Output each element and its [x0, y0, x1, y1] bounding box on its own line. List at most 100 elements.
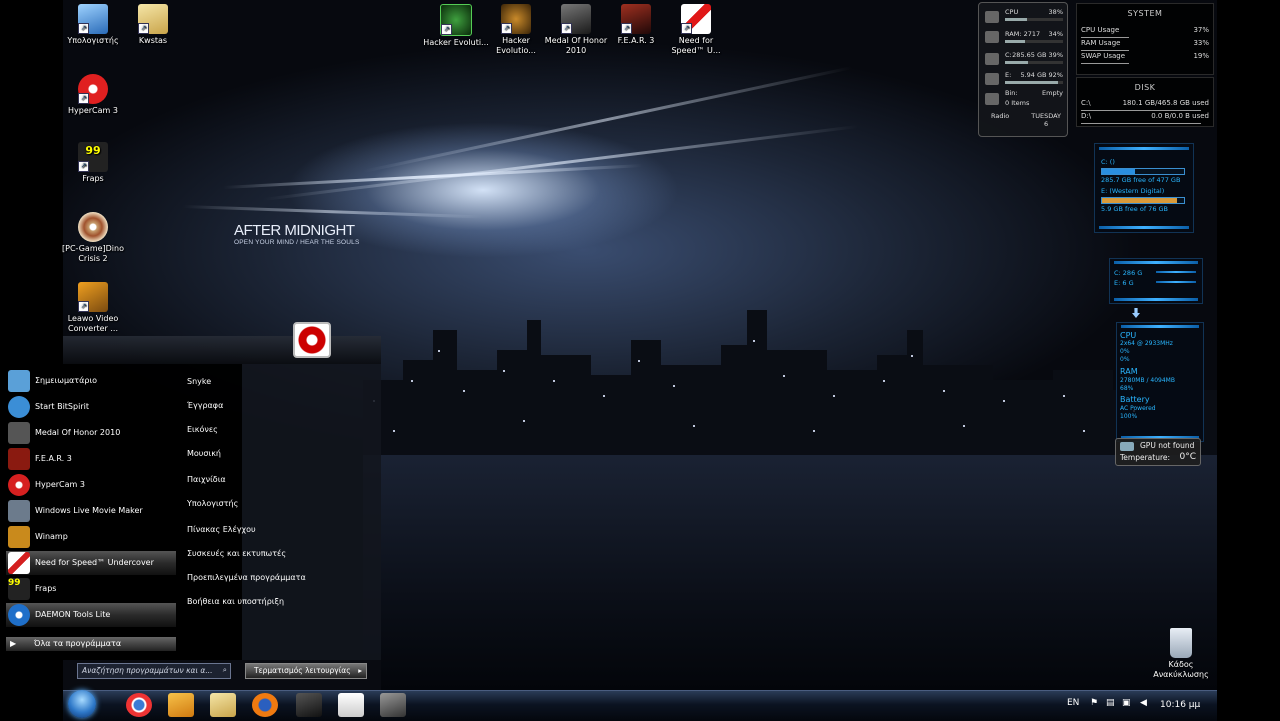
gpu-icon — [1120, 442, 1134, 451]
desktop-icon-leawo[interactable]: ↗ Leawo Video Converter ... — [58, 282, 128, 334]
start-program-item[interactable]: F.E.A.R. 3 — [6, 447, 176, 471]
desktop-icon-hypercam[interactable]: ↗ HyperCam 3 — [58, 74, 128, 116]
start-place-item[interactable]: Πίνακας Ελέγχου — [187, 525, 317, 545]
chrome-icon[interactable] — [126, 693, 152, 717]
bitspirit-icon — [8, 396, 30, 418]
user-picture[interactable] — [293, 322, 331, 358]
notepad-icon[interactable] — [338, 693, 364, 717]
drive-e-label: E: — [1005, 71, 1012, 79]
wallpaper-title: AFTER MIDNIGHT — [234, 222, 355, 239]
converter-icon: ↗ — [78, 282, 108, 312]
start-place-item[interactable]: Έγγραφα — [187, 401, 317, 421]
start-program-item[interactable]: Windows Live Movie Maker — [6, 499, 176, 523]
desktop-icon-label: Need for Speed™ U... — [671, 36, 721, 55]
disk-row-label: C:\ — [1081, 99, 1091, 107]
hw-ram-spec: 2780MB / 4094MB — [1120, 377, 1175, 384]
language-indicator[interactable]: EN — [1067, 698, 1079, 708]
movie-maker-icon — [8, 500, 30, 522]
desktop-icon-fraps[interactable]: 99 ↗ Fraps — [58, 142, 128, 184]
winamp-icon — [8, 526, 30, 548]
start-program-item[interactable]: Start BitSpirit — [6, 395, 176, 419]
desktop-icon-nfs[interactable]: ↗ Need for Speed™ U... — [661, 4, 731, 56]
disk-row-value: 180.1 GB/465.8 GB used — [1122, 99, 1209, 107]
system-usage-panel: SYSTEM CPU Usage 37% RAM Usage 33% SWAP … — [1076, 3, 1214, 75]
start-program-item[interactable]: Σημειωματάριο — [6, 369, 176, 393]
light-beam — [262, 124, 859, 201]
program-label: Σημειωματάριο — [35, 376, 98, 385]
media-player-icon[interactable] — [168, 693, 194, 717]
start-program-item[interactable]: Medal Of Honor 2010 — [6, 421, 176, 445]
drive-c-fill — [1102, 169, 1135, 174]
desktop-icon-label: F.E.A.R. 3 — [617, 36, 655, 45]
game-icon[interactable] — [380, 693, 406, 717]
program-label: DAEMON Tools Lite — [35, 610, 111, 619]
hw-cpu-title: CPU — [1120, 331, 1137, 340]
start-place-item[interactable]: Μουσική — [187, 449, 317, 469]
nfs-icon: ↗ — [681, 4, 711, 34]
hw-battery-title: Battery — [1120, 395, 1150, 404]
program-label: Winamp — [35, 532, 68, 541]
hw-ram-title: RAM — [1120, 367, 1138, 376]
taskbar-clock[interactable]: 10:16 μμ — [1160, 700, 1200, 710]
desktop-icon-dino-crisis[interactable]: [PC-Game]Dino Crisis 2 — [58, 212, 128, 264]
start-program-item[interactable]: HyperCam 3 — [6, 473, 176, 497]
action-center-icon[interactable]: ▣ — [1122, 698, 1131, 708]
start-place-item[interactable]: Υπολογιστής — [187, 499, 317, 519]
computer-icon: ↗ — [78, 4, 108, 34]
desktop-icon-label: Fraps — [82, 174, 104, 183]
system-row: CPU Usage 37% — [1081, 26, 1209, 38]
start-place-item[interactable]: Snyke — [187, 377, 317, 397]
fraps-icon: 99 — [8, 578, 30, 600]
desktop-icon-label: HyperCam 3 — [68, 106, 118, 115]
volume-icon[interactable]: ◀ — [1140, 698, 1147, 708]
gpu-temp-value: 0°C — [1179, 452, 1196, 462]
calendar-date: 6 — [1044, 120, 1049, 128]
firefox-icon[interactable] — [252, 693, 278, 717]
shutdown-label: Τερματισμός λειτουργίας — [254, 666, 351, 675]
all-programs-button[interactable]: ▶ Όλα τα προγράμματα — [6, 637, 176, 651]
hardware-widget: CPU 2x64 @ 2933MHz 0% 0% RAM 2780MB / 40… — [1116, 322, 1204, 442]
fear3-icon — [8, 448, 30, 470]
drives-widget: C: () 285.7 GB free of 477 GB E: (Wester… — [1094, 143, 1194, 233]
hacker-icon[interactable] — [296, 693, 322, 717]
recycle-bin-label: Κάδος Ανακύκλωσης — [1153, 660, 1209, 679]
system-row-label: RAM Usage — [1081, 39, 1121, 47]
start-program-item[interactable]: DAEMON Tools Lite — [6, 603, 176, 627]
start-program-item-highlighted[interactable]: Need for Speed™ Undercover — [6, 551, 176, 575]
network-icon[interactable]: ▤ — [1106, 698, 1115, 708]
start-search-input[interactable]: Αναζήτηση προγραμμάτων και α... ⌕ — [77, 663, 231, 679]
hypercam-icon: ↗ — [78, 74, 108, 104]
drive-c-icon — [985, 53, 999, 65]
start-button[interactable] — [68, 690, 96, 718]
start-place-item[interactable]: Βοήθεια και υποστήριξη — [187, 597, 317, 617]
desktop-icon-label: [PC-Game]Dino Crisis 2 — [62, 244, 124, 263]
search-icon: ⌕ — [222, 665, 227, 674]
shutdown-button[interactable]: Τερματισμός λειτουργίας ▸ — [245, 663, 367, 679]
explorer-icon[interactable] — [210, 693, 236, 717]
letterbox-right — [1217, 0, 1280, 720]
desktop-icon-kwstas[interactable]: ↗ Kwstas — [118, 4, 188, 46]
start-place-item[interactable]: Συσκευές και εκτυπωτές — [187, 549, 317, 569]
program-label: HyperCam 3 — [35, 480, 85, 489]
bin-items-row: 0 Items — [1005, 99, 1063, 113]
flag-icon[interactable]: ⚑ — [1090, 698, 1098, 708]
program-label: Start BitSpirit — [35, 402, 89, 411]
hacker-evolution-2-icon: ↗ — [501, 4, 531, 34]
city-skyline — [363, 310, 1217, 460]
start-place-item[interactable]: Εικόνες — [187, 425, 317, 445]
calendar: TUESDAY 6 — [1031, 112, 1061, 128]
daemon-tools-icon — [8, 604, 30, 626]
start-program-item[interactable]: Winamp — [6, 525, 176, 549]
radio-label[interactable]: Radio — [991, 112, 1009, 120]
start-program-item[interactable]: 99 Fraps — [6, 577, 176, 601]
start-place-item[interactable]: Προεπιλεγμένα προγράμματα — [187, 573, 317, 593]
disk-usage-panel: DISK C:\ 180.1 GB/465.8 GB used D:\ 0.0 … — [1076, 77, 1214, 127]
start-place-item[interactable]: Παιχνίδια — [187, 475, 317, 495]
taskbar — [63, 690, 1217, 721]
ram-label: RAM: 2717 — [1005, 30, 1041, 38]
recycle-bin-icon — [985, 93, 999, 105]
mini-drive-e: E: 6 G — [1114, 279, 1134, 287]
desktop-icon-recycle-bin[interactable]: Κάδος Ανακύκλωσης — [1150, 628, 1212, 680]
wallpaper-text: AFTER MIDNIGHT OPEN YOUR MIND / HEAR THE… — [234, 222, 360, 246]
arrow-right-icon: ▶ — [10, 639, 17, 648]
